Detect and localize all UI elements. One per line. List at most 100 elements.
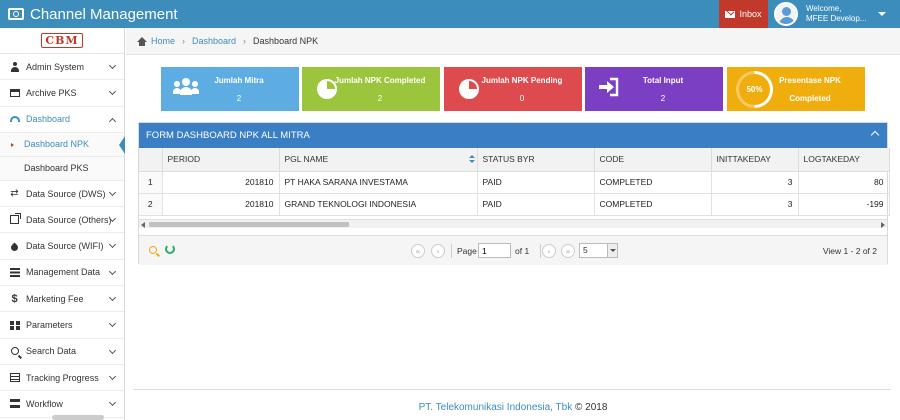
stat-value: 2	[236, 94, 242, 103]
user-name: MFEE Develop...	[806, 14, 867, 23]
cell-logtakeday: 80	[798, 171, 890, 194]
list-icon	[9, 267, 20, 278]
chevron-down-icon	[108, 188, 117, 196]
sidebar-item-dashboard[interactable]: Dashboard	[0, 107, 124, 133]
app-brand[interactable]: Channel Management	[8, 0, 178, 28]
sidebar-item-label: Tracking Progress	[26, 372, 99, 383]
rows-per-page-value: 5	[583, 245, 588, 255]
tasks-icon	[9, 372, 20, 383]
stat-value: 2	[660, 94, 666, 103]
row-number: 2	[139, 193, 163, 216]
footer-copyright: © 2018	[572, 402, 608, 413]
table-pager: « ‹ Page of 1 › » 5 View 1 - 2 of 2	[139, 235, 887, 265]
last-page-button[interactable]: »	[561, 244, 575, 258]
sidebar-item-management-data[interactable]: Management Data	[0, 260, 124, 287]
user-menu[interactable]: Welcome, MFEE Develop...	[770, 0, 900, 28]
stat-total-input: Total Input 2	[585, 67, 723, 111]
chevron-down-icon	[108, 61, 117, 70]
horizontal-scrollbar[interactable]	[139, 219, 887, 228]
sidebar-subitem-label: Dashboard NPK	[24, 139, 90, 150]
sidebar-item-data-source-dws[interactable]: ⇄ Data Source (DWS)	[0, 181, 124, 208]
table-row[interactable]: 2 201810 GRAND TEKNOLOGI INDONESIA PAID …	[139, 193, 890, 216]
home-icon	[137, 36, 147, 46]
sidebar-item-parameters[interactable]: Parameters	[0, 312, 124, 339]
table-header-row: PERIOD PGL NAME STATUS BYR CODE INITTAKE…	[139, 148, 890, 172]
cbm-logo: CBM	[41, 33, 83, 48]
workflow-icon	[9, 398, 20, 409]
panel-title: FORM DASHBOARD NPK ALL MITRA	[146, 130, 310, 141]
sidebar-item-data-source-others[interactable]: Data Source (Others)	[0, 207, 124, 234]
table-row[interactable]: 1 201810 PT HAKA SARANA INVESTAMA PAID C…	[139, 171, 890, 194]
sidebar-item-search-data[interactable]: Search Data	[0, 339, 124, 365]
chevron-down-icon	[108, 267, 117, 275]
sidebar-item-data-source-wifi[interactable]: Data Source (WIFI)	[0, 233, 124, 260]
pager-divider	[451, 244, 452, 258]
page-number-input[interactable]	[478, 243, 511, 258]
view-records-text: View 1 - 2 of 2	[822, 246, 877, 256]
column-header-logtakeday[interactable]: LOGTAKEDAY	[798, 148, 890, 172]
dashboard-icon	[9, 114, 20, 125]
cell-code: COMPLETED	[594, 193, 712, 216]
sidebar-item-label: Dashboard	[26, 114, 71, 125]
app-logo-icon	[8, 8, 24, 20]
column-header-status-byr[interactable]: STATUS BYR	[477, 148, 595, 172]
inbox-button[interactable]: Inbox	[719, 0, 768, 28]
breadcrumb-separator-icon: ›	[182, 36, 186, 46]
footer-company: PT. Telekomunikasi Indonesia, Tbk	[418, 402, 573, 413]
cell-code: COMPLETED	[594, 171, 712, 194]
refresh-icon[interactable]	[165, 244, 175, 254]
chevron-up-icon	[108, 117, 117, 125]
rows-per-page-select[interactable]: 5	[579, 243, 618, 258]
breadcrumb-dashboard-link[interactable]: Dashboard	[192, 36, 236, 46]
sidebar-item-label: Marketing Fee	[26, 293, 84, 304]
cell-logtakeday: -199	[798, 193, 890, 216]
footer-divider	[133, 389, 891, 390]
sidebar-item-marketing-fee[interactable]: $ Marketing Fee	[0, 286, 124, 313]
sidebar-subitem-dashboard-pks[interactable]: Dashboard PKS	[0, 156, 124, 181]
stat-jumlah-mitra: Jumlah Mitra 2	[161, 67, 299, 111]
prev-page-button[interactable]: ‹	[431, 244, 445, 258]
search-icon[interactable]	[149, 246, 157, 254]
sidebar-subitem-dashboard-npk[interactable]: Dashboard NPK	[0, 132, 125, 157]
column-header-rownum	[139, 148, 163, 172]
first-page-button[interactable]: «	[411, 244, 425, 258]
sidebar-item-archive-pks[interactable]: Archive PKS	[0, 80, 124, 107]
sidebar-scrollbar[interactable]	[52, 415, 104, 420]
column-header-pgl-name[interactable]: PGL NAME	[279, 148, 478, 172]
app-title: Channel Management	[30, 5, 178, 23]
stat-value: 2	[377, 94, 383, 103]
chevron-down-icon	[108, 241, 117, 249]
user-icon	[9, 61, 20, 72]
column-header-label: PGL NAME	[284, 154, 329, 165]
chevron-up-icon[interactable]	[870, 130, 880, 140]
page-of-label: of 1	[515, 246, 530, 256]
sidebar-item-workflow[interactable]: Workflow	[0, 391, 124, 418]
breadcrumb-home-link[interactable]: Home	[151, 36, 175, 46]
sidebar-item-label: Parameters	[26, 320, 73, 331]
sidebar-item-label: Workflow	[26, 398, 63, 409]
column-header-code[interactable]: CODE	[594, 148, 712, 172]
scroll-left-icon[interactable]	[141, 222, 145, 228]
stat-label: Jumlah NPK Completed	[334, 76, 426, 85]
sidebar-item-admin-system[interactable]: Admin System	[0, 54, 124, 81]
exchange-icon: ⇄	[10, 187, 19, 199]
pager-divider	[540, 244, 541, 258]
column-header-inittakeday[interactable]: INITTAKEDAY	[711, 148, 799, 172]
column-header-period[interactable]: PERIOD	[162, 148, 280, 172]
progress-percent: 50%	[746, 85, 763, 94]
npk-panel: FORM DASHBOARD NPK ALL MITRA PERIOD PGL …	[138, 122, 890, 265]
scrollbar-thumb[interactable]	[149, 222, 349, 227]
caret-down-icon	[878, 12, 886, 16]
scroll-right-icon[interactable]	[881, 222, 885, 228]
archive-icon	[9, 87, 20, 98]
breadcrumb-current: Dashboard NPK	[253, 36, 319, 46]
sidebar-item-label: Data Source (DWS)	[26, 188, 106, 199]
stat-label: Jumlah Mitra	[214, 76, 264, 85]
avatar	[774, 2, 798, 26]
cell-inittakeday: 3	[711, 193, 799, 216]
fire-icon	[9, 241, 20, 253]
sidebar-item-label: Data Source (Others)	[26, 214, 112, 225]
dollar-icon: $	[11, 292, 18, 305]
next-page-button[interactable]: ›	[542, 244, 556, 258]
sidebar-item-tracking-progress[interactable]: Tracking Progress	[0, 365, 124, 392]
